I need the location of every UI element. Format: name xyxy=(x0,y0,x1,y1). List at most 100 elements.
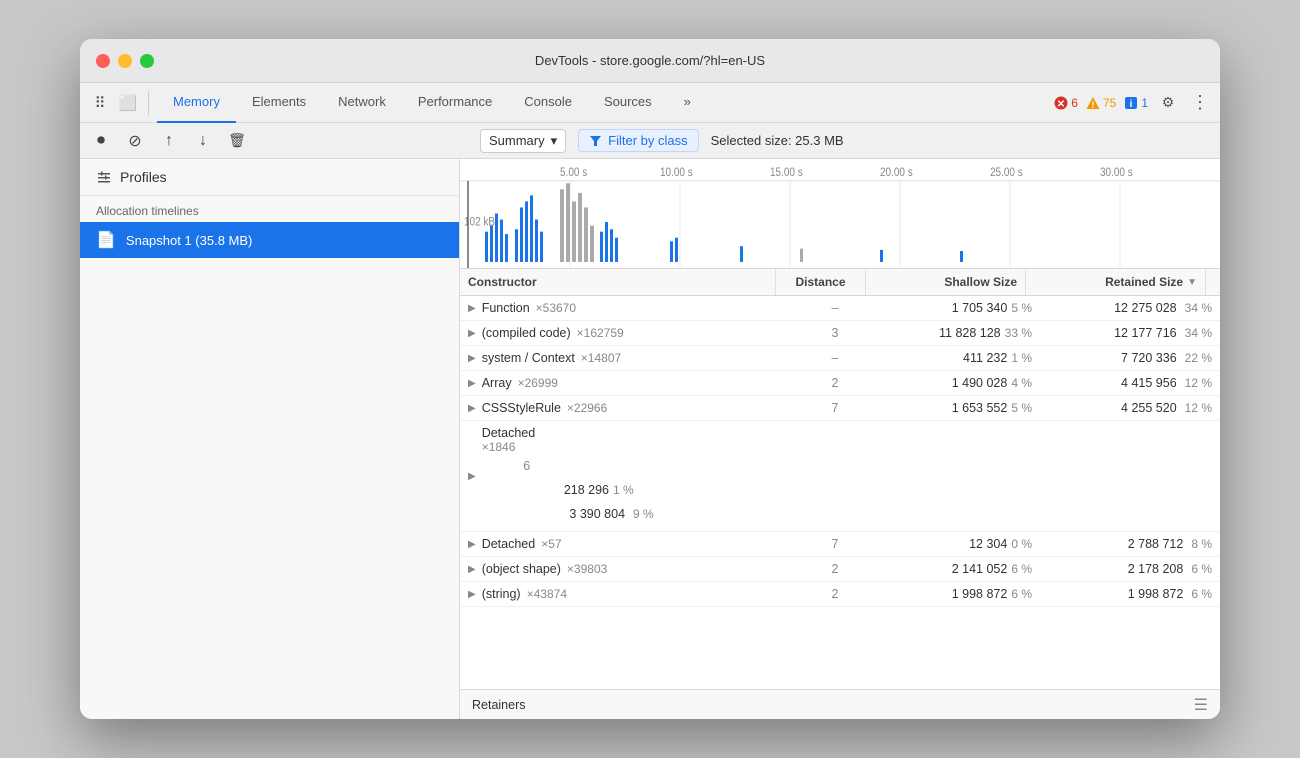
warning-icon: ! xyxy=(1086,96,1100,110)
expand-icon[interactable]: ▶ xyxy=(468,328,476,339)
close-button[interactable] xyxy=(96,54,110,68)
td-retained: 12 177 71634 % xyxy=(1040,321,1220,345)
td-shallow: 1 653 5525 % xyxy=(880,396,1040,420)
clear-button[interactable]: ⊘ xyxy=(122,128,148,154)
td-distance: 2 xyxy=(790,371,880,395)
timeline-chart: 5.00 s 10.00 s 15.00 s 20.00 s 25.00 s 3… xyxy=(460,159,1220,268)
chevron-down-icon: ▾ xyxy=(551,133,558,149)
td-retained: 2 178 2086 % xyxy=(1040,557,1220,581)
tab-sources[interactable]: Sources xyxy=(588,83,668,123)
maximize-button[interactable] xyxy=(140,54,154,68)
constructor-name: Detached xyxy=(482,537,536,551)
constructor-name: system / Context xyxy=(482,351,575,365)
svg-text:10.00 s: 10.00 s xyxy=(660,166,693,179)
tab-memory[interactable]: Memory xyxy=(157,83,236,123)
retainers-bar: Retainers ☰ xyxy=(460,689,1220,719)
expand-icon[interactable]: ▶ xyxy=(468,403,476,414)
expand-icon[interactable]: ▶ xyxy=(468,378,476,389)
constructor-name: Function xyxy=(482,301,530,315)
constructor-name: Detached ×1846 6 218 2961 % 3 390 8049 % xyxy=(482,426,662,526)
td-retained: 7 720 33622 % xyxy=(1040,346,1220,370)
filter-by-class-button[interactable]: Filter by class xyxy=(578,129,698,152)
td-shallow: 411 2321 % xyxy=(880,346,1040,370)
constructor-count: ×14807 xyxy=(581,351,621,365)
title-bar: DevTools - store.google.com/?hl=en-US xyxy=(80,39,1220,83)
info-icon: i xyxy=(1124,96,1138,110)
selected-size-label: Selected size: 25.3 MB xyxy=(711,133,844,148)
td-shallow: 1 705 3405 % xyxy=(880,296,1040,320)
device-icon[interactable]: ⬜ xyxy=(116,91,140,115)
table-row[interactable]: ▶ (object shape) ×39803 2 2 141 0526 % 2… xyxy=(460,557,1220,582)
td-retained: 12 275 02834 % xyxy=(1040,296,1220,320)
snapshot-item[interactable]: 📄 Snapshot 1 (35.8 MB) xyxy=(80,222,459,258)
expand-icon[interactable]: ▶ xyxy=(468,589,476,600)
td-distance: 2 xyxy=(790,582,880,606)
svg-text:15.00 s: 15.00 s xyxy=(770,166,803,179)
constructor-count: ×1846 xyxy=(482,440,516,454)
settings-icon[interactable]: ⚙ xyxy=(1156,91,1180,115)
constructor-count: ×162759 xyxy=(577,326,624,340)
table-row[interactable]: ▶ system / Context ×14807 – 411 2321 % 7… xyxy=(460,346,1220,371)
td-constructor: ▶ Detached ×57 xyxy=(460,532,790,556)
td-distance: 2 xyxy=(790,557,880,581)
constructor-count: ×53670 xyxy=(536,301,576,315)
summary-label: Summary xyxy=(489,133,545,148)
table-row[interactable]: ▶ Detached ×57 7 12 3040 % 2 788 7128 % xyxy=(460,532,1220,557)
record-button[interactable]: ⏺ xyxy=(88,128,114,154)
devtools-window: DevTools - store.google.com/?hl=en-US ⠿ … xyxy=(80,39,1220,719)
collect-garbage-button[interactable]: 🗑 xyxy=(224,128,250,154)
svg-text:✕: ✕ xyxy=(1057,99,1065,110)
table-row[interactable]: ▶ CSSStyleRule ×22966 7 1 653 5525 % 4 2… xyxy=(460,396,1220,421)
tab-console[interactable]: Console xyxy=(508,83,588,123)
summary-dropdown[interactable]: Summary ▾ xyxy=(480,129,566,153)
td-distance: 7 xyxy=(790,532,880,556)
expand-icon[interactable]: ▶ xyxy=(468,539,476,550)
td-constructor: ▶ (compiled code) ×162759 xyxy=(460,321,790,345)
minimize-button[interactable] xyxy=(118,54,132,68)
td-retained: 2 788 7128 % xyxy=(1040,532,1220,556)
td-shallow: 218 2961 % xyxy=(482,478,642,502)
sort-descending-icon: ▼ xyxy=(1187,277,1197,288)
info-badge: i 1 xyxy=(1124,96,1148,110)
table-row[interactable]: ▶ (string) ×43874 2 1 998 8726 % 1 998 8… xyxy=(460,582,1220,607)
sliders-icon xyxy=(96,169,112,185)
td-shallow: 1 998 8726 % xyxy=(880,582,1040,606)
table-row[interactable]: ▶ Detached ×1846 6 218 2961 % 3 390 8049… xyxy=(460,421,1220,532)
tab-elements[interactable]: Elements xyxy=(236,83,322,123)
table-row[interactable]: ▶ Function ×53670 – 1 705 3405 % 12 275 … xyxy=(460,296,1220,321)
more-options-icon[interactable]: ⋮ xyxy=(1188,91,1212,115)
toolbar-icons: ✕ 6 ! 75 i 1 ⚙ ⋮ xyxy=(1054,91,1212,115)
tab-more[interactable]: » xyxy=(668,83,707,123)
profiles-header: Profiles xyxy=(80,159,459,196)
td-retained: 4 255 52012 % xyxy=(1040,396,1220,420)
tab-network[interactable]: Network xyxy=(322,83,402,123)
td-shallow: 1 490 0284 % xyxy=(880,371,1040,395)
constructor-name: CSSStyleRule xyxy=(482,401,561,415)
tab-performance[interactable]: Performance xyxy=(402,83,508,123)
constructor-count: ×57 xyxy=(541,537,561,551)
section-label: Allocation timelines xyxy=(80,196,459,222)
upload-button[interactable]: ↑ xyxy=(156,128,182,154)
inspect-icon[interactable]: ⠿ xyxy=(88,91,112,115)
download-button[interactable]: ↓ xyxy=(190,128,216,154)
filter-icon xyxy=(589,134,602,147)
th-constructor: Constructor xyxy=(460,269,776,295)
svg-text:30.00 s: 30.00 s xyxy=(1100,166,1133,179)
table-row[interactable]: ▶ (compiled code) ×162759 3 11 828 12833… xyxy=(460,321,1220,346)
window-title: DevTools - store.google.com/?hl=en-US xyxy=(535,53,765,68)
td-shallow: 2 141 0526 % xyxy=(880,557,1040,581)
right-panel: 5.00 s 10.00 s 15.00 s 20.00 s 25.00 s 3… xyxy=(460,159,1220,719)
warning-badge: ! 75 xyxy=(1086,96,1116,110)
expand-icon[interactable]: ▶ xyxy=(468,303,476,314)
svg-text:25.00 s: 25.00 s xyxy=(990,166,1023,179)
profiles-title: Profiles xyxy=(120,169,167,185)
constructor-count: ×22966 xyxy=(567,401,607,415)
expand-icon[interactable]: ▶ xyxy=(468,471,476,482)
table-row[interactable]: ▶ Array ×26999 2 1 490 0284 % 4 415 9561… xyxy=(460,371,1220,396)
expand-icon[interactable]: ▶ xyxy=(468,564,476,575)
tab-list: Memory Elements Network Performance Cons… xyxy=(157,83,1050,123)
expand-icon[interactable]: ▶ xyxy=(468,353,476,364)
memory-controls-right: Summary ▾ Filter by class Selected size:… xyxy=(468,129,1220,153)
th-distance: Distance xyxy=(776,269,866,295)
table-header: Constructor Distance Shallow Size Retain… xyxy=(460,269,1220,296)
